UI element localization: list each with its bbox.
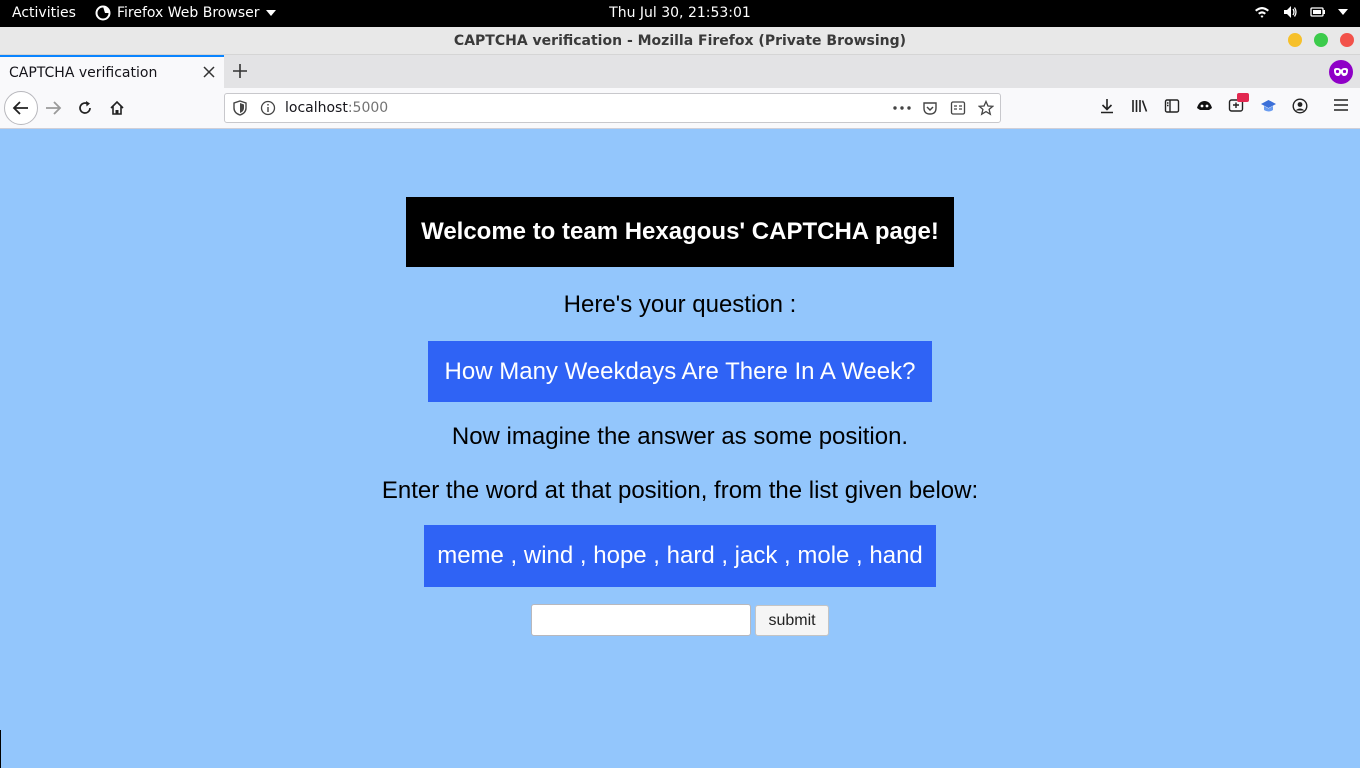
new-tab-icon[interactable]: [231, 62, 249, 80]
navigation-toolbar: localhost:5000: [0, 88, 1360, 129]
tab-strip: CAPTCHA verification: [0, 55, 1360, 88]
minimize-button[interactable]: [1288, 33, 1302, 47]
reload-button[interactable]: [70, 93, 100, 123]
captcha-question: How Many Weekdays Are There In A Week?: [428, 341, 932, 402]
window-title: CAPTCHA verification - Mozilla Firefox (…: [453, 33, 907, 49]
question-intro: Here's your question :: [563, 291, 797, 318]
reload-icon: [79, 101, 91, 114]
private-browsing-icon: [1329, 60, 1353, 84]
close-window-button[interactable]: [1340, 33, 1354, 47]
tab-captcha-verification[interactable]: CAPTCHA verification: [0, 55, 224, 88]
url-text[interactable]: localhost:5000: [285, 100, 388, 116]
text-cursor: [0, 730, 1, 768]
answer-input[interactable]: [531, 604, 751, 636]
reader-view-icon[interactable]: [950, 100, 966, 116]
pocket-icon[interactable]: [922, 100, 938, 116]
account-icon[interactable]: [1292, 98, 1308, 114]
arrow-right-icon: [46, 101, 62, 115]
clock[interactable]: Thu Jul 30, 21:53:01: [609, 5, 751, 21]
bookmark-star-icon[interactable]: [978, 100, 994, 116]
graduation-cap-icon[interactable]: [1260, 98, 1277, 114]
shield-icon[interactable]: [233, 100, 247, 116]
wifi-icon: [1255, 7, 1269, 18]
home-button[interactable]: [102, 93, 132, 123]
downloads-icon[interactable]: [1099, 98, 1115, 114]
word-list: meme , wind , hope , hard , jack , mole …: [424, 525, 936, 587]
url-bar[interactable]: localhost:5000: [224, 93, 1001, 123]
more-actions-icon[interactable]: [893, 106, 911, 110]
home-icon: [110, 100, 124, 115]
url-host: localhost: [285, 100, 348, 116]
submit-button[interactable]: submit: [755, 605, 829, 636]
page-heading: Welcome to team Hexagous' CAPTCHA page!: [406, 197, 954, 267]
system-top-bar: Activities Firefox Web Browser Thu Jul 3…: [0, 0, 1360, 27]
addon-button[interactable]: [1228, 93, 1249, 117]
url-port: :5000: [347, 100, 389, 116]
close-icon[interactable]: [202, 65, 216, 79]
chevron-down-icon: [265, 10, 276, 16]
app-menu-label: Firefox Web Browser: [117, 5, 260, 21]
extension-icon[interactable]: [1196, 98, 1213, 114]
back-button[interactable]: [4, 91, 38, 125]
instruction-position: Now imagine the answer as some position.: [451, 423, 909, 450]
battery-icon: [1310, 7, 1325, 17]
hamburger-menu-icon[interactable]: [1333, 98, 1349, 112]
instruction-word: Enter the word at that position, from th…: [381, 477, 979, 504]
tab-label: CAPTCHA verification: [9, 65, 158, 81]
arrow-left-icon: [12, 101, 28, 115]
window-title-bar: CAPTCHA verification - Mozilla Firefox (…: [0, 27, 1360, 55]
chevron-down-icon: [1338, 9, 1348, 15]
volume-icon: [1284, 6, 1297, 18]
info-icon[interactable]: [260, 100, 276, 116]
maximize-button[interactable]: [1314, 33, 1328, 47]
sidebar-icon[interactable]: [1164, 98, 1180, 114]
activities-button[interactable]: Activities: [12, 5, 76, 21]
forward-button[interactable]: [38, 93, 68, 123]
notification-badge: [1237, 93, 1249, 102]
firefox-icon: [95, 5, 111, 21]
page-content: Welcome to team Hexagous' CAPTCHA page! …: [0, 129, 1360, 768]
system-tray[interactable]: [1254, 4, 1348, 20]
library-icon[interactable]: [1131, 98, 1149, 114]
app-menu[interactable]: Firefox Web Browser: [95, 5, 276, 21]
